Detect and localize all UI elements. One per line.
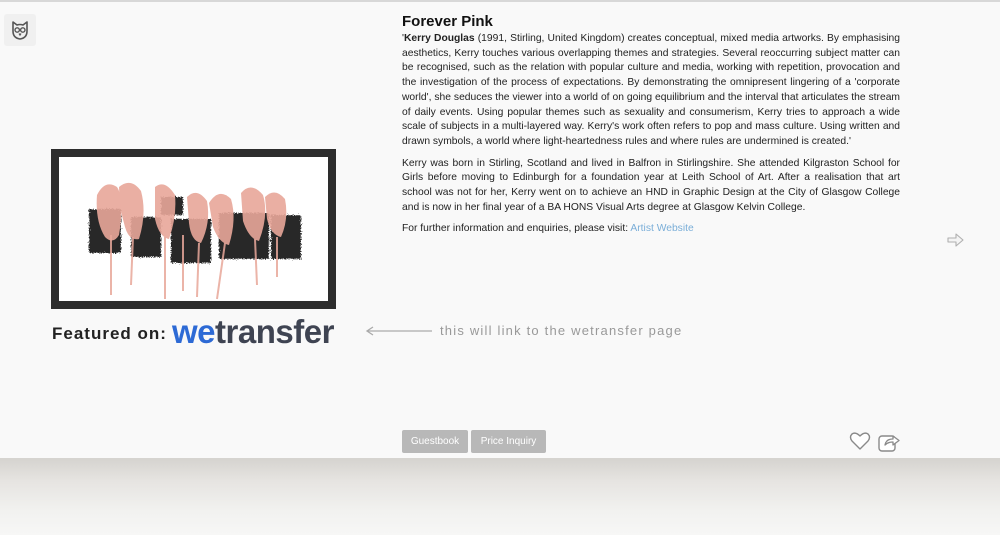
arrow-right-icon[interactable] xyxy=(947,232,965,253)
bio-paragraph-3: For further information and enquiries, p… xyxy=(402,222,900,237)
artwork-image[interactable] xyxy=(59,157,328,301)
artist-website-link[interactable]: Artist Website xyxy=(630,223,693,234)
artist-bio: 'Kerry Douglas (1991, Stirling, United K… xyxy=(402,32,900,244)
price-inquiry-button[interactable]: Price Inquiry xyxy=(471,430,546,453)
heart-icon[interactable] xyxy=(849,431,871,456)
bio-paragraph-3-text: For further information and enquiries, p… xyxy=(402,223,631,235)
featured-on-label: Featured on: xyxy=(52,324,167,343)
bottom-shadow-band xyxy=(0,458,1000,535)
bio-paragraph-2: Kerry was born in Stirling, Scotland and… xyxy=(402,157,900,213)
artist-name: Kerry Douglas xyxy=(403,33,475,44)
annotation-note: this will link to the wetransfer page xyxy=(440,323,683,338)
wetransfer-logo-rest: transfer xyxy=(215,313,334,350)
bio-paragraph-1: 'Kerry Douglas (1991, Stirling, United K… xyxy=(402,32,900,150)
bio-paragraph-1-text: (1991, Stirling, United Kingdom) creates… xyxy=(402,33,900,147)
wetransfer-logo-we: we xyxy=(172,313,216,350)
artwork-title: Forever Pink xyxy=(402,13,493,30)
share-icon[interactable] xyxy=(877,431,901,458)
arrow-left-icon xyxy=(364,322,434,345)
guestbook-button[interactable]: Guestbook xyxy=(402,430,468,453)
wetransfer-logo[interactable]: wetransfer xyxy=(172,312,334,352)
owl-logo-icon[interactable] xyxy=(4,14,36,46)
artwork-frame[interactable] xyxy=(51,149,336,309)
